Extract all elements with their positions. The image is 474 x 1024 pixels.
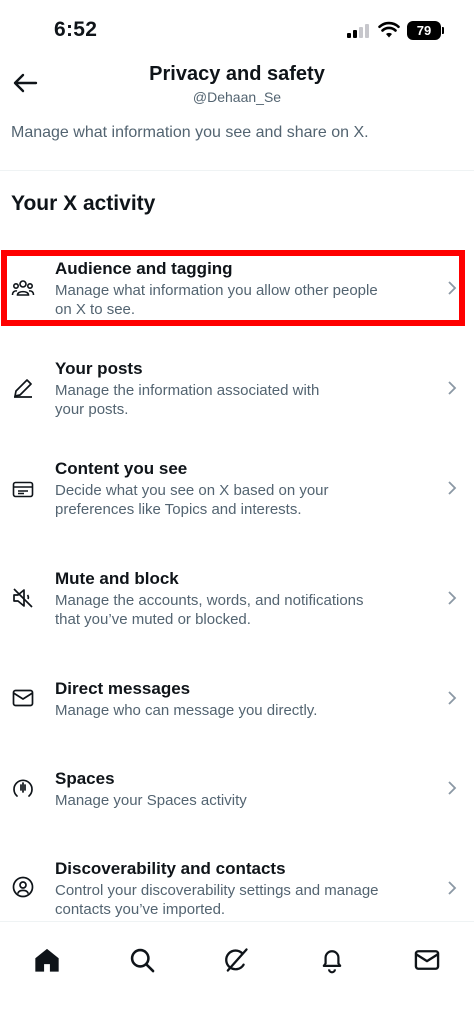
search-icon	[130, 948, 155, 973]
settings-item-your-posts[interactable]: Your posts Manage the information associ…	[0, 350, 474, 430]
chevron-right-icon	[448, 481, 457, 495]
discover-icon	[12, 876, 34, 898]
battery-indicator: 79	[407, 21, 441, 40]
chevron-right-icon	[448, 691, 457, 705]
page-title: Privacy and safety	[149, 63, 325, 85]
grok-icon	[225, 948, 248, 972]
item-description-line: your posts.	[55, 401, 129, 418]
intro-text: Manage what information you see and shar…	[11, 124, 369, 141]
status-time: 6:52	[54, 18, 98, 41]
chevron-right-icon	[448, 881, 457, 895]
item-description-line: preferences like Topics and interests.	[55, 501, 302, 518]
page-username: @Dehaan_Se	[192, 89, 282, 105]
item-description-line: Manage the accounts, words, and notifica…	[55, 592, 364, 609]
item-description: Manage your Spaces activity	[55, 791, 425, 810]
item-title: Discoverability and contacts	[55, 859, 286, 878]
item-description-line: that you’ve muted or blocked.	[55, 611, 251, 628]
item-title: Mute and block	[55, 569, 179, 588]
envelope-icon	[12, 689, 34, 707]
item-description: Manage the accounts, words, and notifica…	[55, 591, 425, 629]
tab-search[interactable]	[118, 936, 166, 984]
mute-icon	[13, 588, 33, 608]
tab-notifications[interactable]	[308, 936, 356, 984]
item-description-line: Manage the information associated with	[55, 382, 320, 399]
settings-item-discoverability-and-contacts[interactable]: Discoverability and contacts Control you…	[0, 850, 474, 920]
header: Privacy and safety @Dehaan_Se	[0, 56, 474, 112]
item-title: Your posts	[55, 359, 143, 378]
chevron-right-icon	[448, 781, 457, 795]
settings-item-direct-messages[interactable]: Direct messages Manage who can message y…	[0, 670, 474, 730]
section-title: Your X activity	[11, 192, 156, 215]
notifications-icon	[322, 950, 342, 974]
item-description-line: Decide what you see on X based on your	[55, 482, 329, 499]
tab-messages[interactable]	[403, 936, 451, 984]
chevron-right-icon	[448, 591, 457, 605]
item-title: Spaces	[55, 769, 115, 788]
item-description-line: Control your discoverability settings an…	[55, 882, 379, 899]
item-description-line: contacts you’ve imported.	[55, 901, 226, 918]
item-title: Content you see	[55, 459, 188, 478]
item-description: Manage who can message you directly.	[55, 701, 425, 720]
battery-cap	[442, 27, 444, 34]
signal-icon	[347, 24, 373, 38]
tab-home[interactable]	[23, 936, 71, 984]
item-description-line: Manage who can message you directly.	[55, 702, 318, 719]
status-bar: 6:52 79	[0, 0, 474, 62]
chevron-right-icon	[448, 381, 457, 395]
pencil-icon	[14, 379, 32, 398]
home-icon	[35, 948, 59, 972]
item-description: Decide what you see on X based on your p…	[55, 481, 425, 519]
item-description: Manage the information associated with y…	[55, 381, 425, 419]
settings-item-spaces[interactable]: Spaces Manage your Spaces activity	[0, 760, 474, 820]
divider	[0, 170, 474, 171]
wifi-icon	[378, 21, 400, 38]
item-description-line: Manage your Spaces activity	[55, 792, 247, 809]
highlight-annotation	[1, 250, 465, 326]
item-title: Direct messages	[55, 679, 191, 698]
bottom-tab-bar	[0, 922, 474, 1024]
content-icon	[12, 481, 34, 498]
spaces-icon	[13, 779, 33, 797]
settings-item-mute-and-block[interactable]: Mute and block Manage the accounts, word…	[0, 560, 474, 640]
tab-grok[interactable]	[212, 936, 260, 984]
settings-item-content-you-see[interactable]: Content you see Decide what you see on X…	[0, 450, 474, 530]
messages-icon	[414, 950, 440, 970]
item-description: Control your discoverability settings an…	[55, 881, 425, 919]
